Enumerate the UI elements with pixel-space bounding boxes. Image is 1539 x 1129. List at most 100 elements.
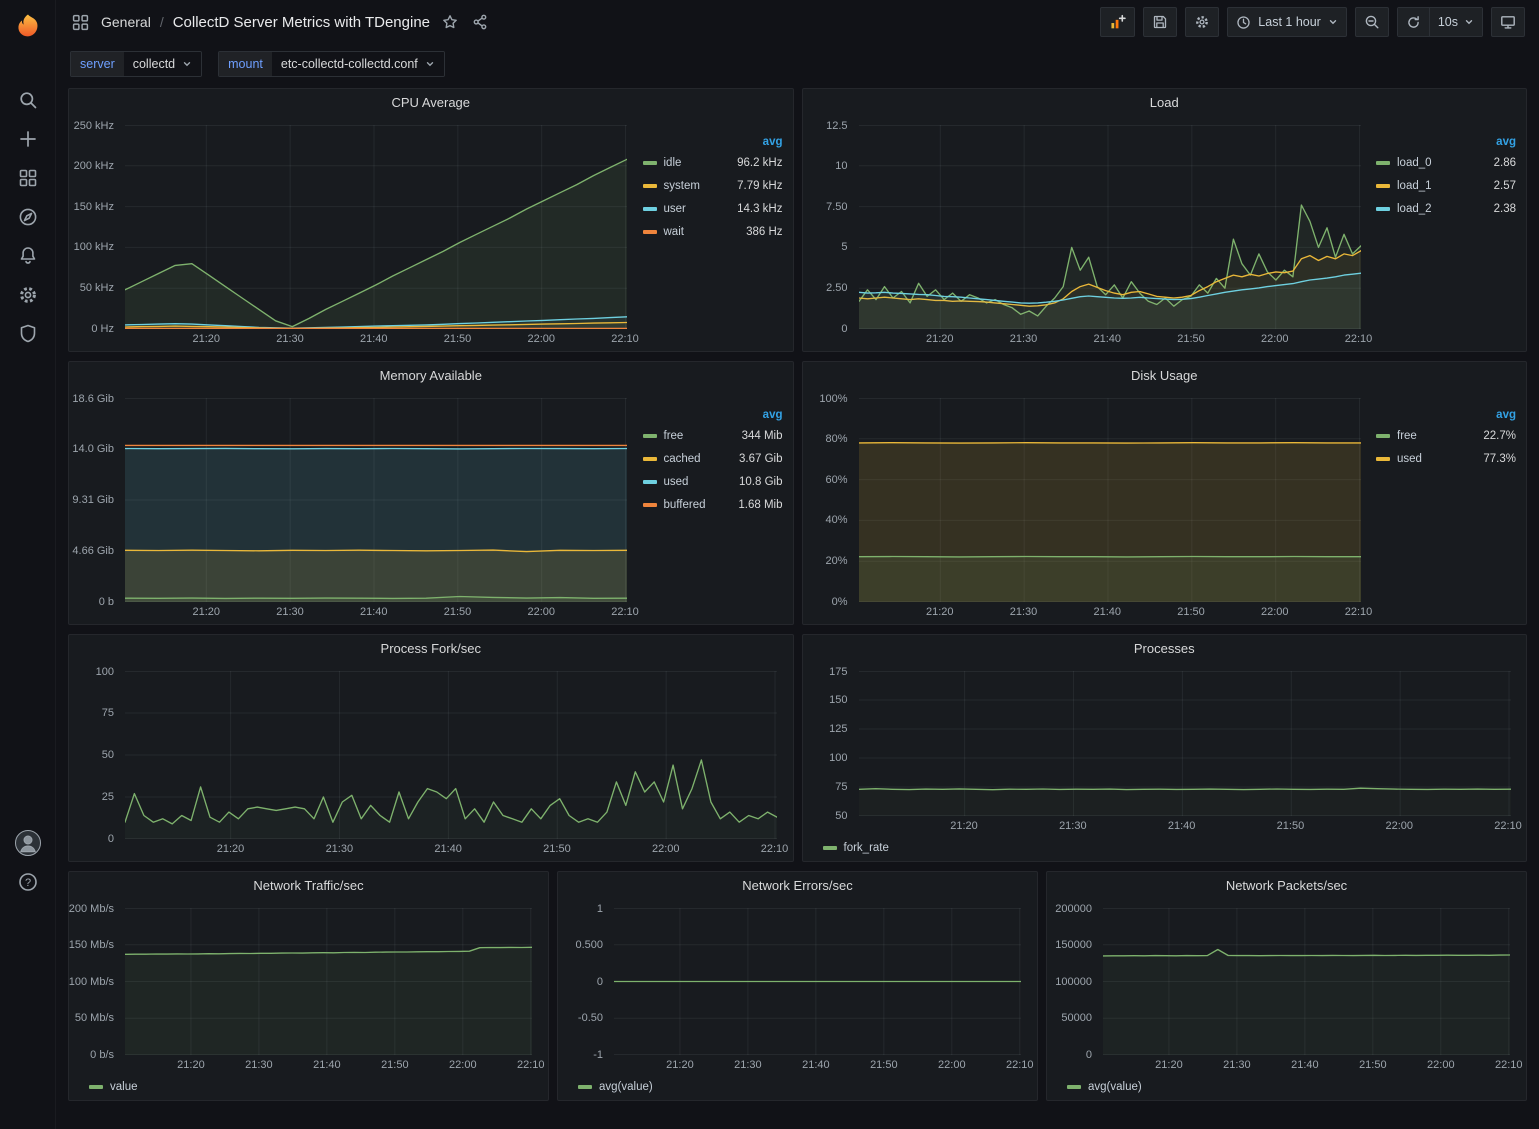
- refresh-interval-dropdown[interactable]: 10s: [1429, 8, 1482, 36]
- zoom-out-time-button[interactable]: [1355, 7, 1389, 37]
- sidebar-item-configuration[interactable]: [0, 275, 56, 314]
- panel-title[interactable]: Network Errors/sec: [558, 872, 1037, 899]
- chart-svg[interactable]: [125, 908, 532, 1055]
- x-tick-label: 21:40: [802, 1059, 830, 1071]
- chart-svg[interactable]: [614, 908, 1021, 1055]
- legend-series-value: 2.57: [1494, 180, 1516, 192]
- panel-title[interactable]: Load: [803, 89, 1527, 116]
- legend-series-name[interactable]: used: [664, 476, 689, 488]
- sidebar-bottom: ?: [0, 830, 55, 894]
- cycle-view-mode-button[interactable]: [1491, 7, 1525, 37]
- sidebar-item-alerting[interactable]: [0, 236, 56, 275]
- legend-series-name[interactable]: load_1: [1397, 180, 1432, 192]
- y-tick-label: 0 Hz: [91, 323, 114, 335]
- chart-svg[interactable]: [125, 671, 777, 839]
- sidebar-item-dashboards[interactable]: [0, 158, 56, 197]
- sidebar-item-create[interactable]: [0, 119, 56, 158]
- user-avatar[interactable]: [0, 830, 56, 856]
- sidebar-item-help[interactable]: ?: [0, 870, 56, 894]
- legend-item[interactable]: used77.3%: [1376, 447, 1516, 470]
- legend-item[interactable]: avg(value): [1067, 1081, 1142, 1093]
- variable-server-value[interactable]: collectd: [124, 52, 201, 76]
- chart-svg[interactable]: [125, 125, 627, 329]
- chart-svg[interactable]: [125, 398, 627, 602]
- network-traffic-chart[interactable]: 0 b/s50 Mb/s100 Mb/s150 Mb/s200 Mb/s21:2…: [69, 899, 548, 1077]
- legend-series-name[interactable]: system: [664, 180, 700, 192]
- legend-series-name[interactable]: user: [664, 203, 686, 215]
- variable-mount-value[interactable]: etc-collectd-collectd.conf: [272, 52, 444, 76]
- y-tick-label: 0: [108, 833, 114, 845]
- legend-item[interactable]: fork_rate: [823, 842, 889, 854]
- dashboard-title[interactable]: CollectD Server Metrics with TDengine: [173, 14, 430, 31]
- shield-icon: [17, 323, 39, 345]
- sidebar-item-server-admin[interactable]: [0, 314, 56, 353]
- x-tick-label: 21:20: [926, 606, 954, 618]
- chart-svg[interactable]: [1103, 908, 1510, 1055]
- legend-item[interactable]: used10.8 Gib: [643, 470, 783, 493]
- panel-title[interactable]: Network Packets/sec: [1047, 872, 1526, 899]
- panel-title[interactable]: CPU Average: [69, 89, 793, 116]
- legend-series-name[interactable]: value: [110, 1081, 138, 1093]
- chart-svg[interactable]: [859, 671, 1511, 816]
- dashboard-settings-button[interactable]: [1185, 7, 1219, 37]
- breadcrumb: General / CollectD Server Metrics with T…: [101, 14, 430, 31]
- refresh-button[interactable]: [1398, 8, 1429, 36]
- panel-title[interactable]: Process Fork/sec: [69, 635, 793, 662]
- panel-processes: Processes 507510012515017521:2021:3021:4…: [802, 634, 1528, 862]
- breadcrumb-section[interactable]: General: [101, 14, 151, 30]
- legend-series-name[interactable]: wait: [664, 226, 684, 238]
- panel-title[interactable]: Processes: [803, 635, 1527, 662]
- legend-series-name[interactable]: buffered: [664, 499, 706, 511]
- legend-series-name[interactable]: cached: [664, 453, 701, 465]
- legend-swatch: [1376, 184, 1390, 188]
- network-packets-chart[interactable]: 05000010000015000020000021:2021:3021:402…: [1047, 899, 1526, 1077]
- legend-swatch: [1376, 457, 1390, 461]
- network-errors-chart[interactable]: -1-0.5000.500121:2021:3021:4021:5022:002…: [558, 899, 1037, 1077]
- legend-series-name[interactable]: idle: [664, 157, 682, 169]
- save-dashboard-button[interactable]: [1143, 7, 1177, 37]
- legend-series-name[interactable]: free: [1397, 430, 1417, 442]
- add-panel-button[interactable]: [1100, 7, 1135, 37]
- legend-series-name[interactable]: used: [1397, 453, 1422, 465]
- load-chart[interactable]: 02.5057.501012.521:2021:3021:4021:5022:0…: [803, 116, 1377, 351]
- time-range-picker[interactable]: Last 1 hour: [1227, 7, 1347, 37]
- legend-item[interactable]: cached3.67 Gib: [643, 447, 783, 470]
- memory-available-chart[interactable]: 0 b4.66 Gib9.31 Gib14.0 Gib18.6 Gib21:20…: [69, 389, 643, 624]
- y-tick-label: 150 Mb/s: [69, 939, 114, 951]
- legend-series-name[interactable]: avg(value): [599, 1081, 653, 1093]
- processes-chart[interactable]: 507510012515017521:2021:3021:4021:5022:0…: [803, 662, 1527, 838]
- legend-item[interactable]: wait386 Hz: [643, 220, 783, 243]
- legend-series-name[interactable]: fork_rate: [844, 842, 889, 854]
- legend-item[interactable]: load_22.38: [1376, 197, 1516, 220]
- legend-item[interactable]: load_1 2.57: [1376, 174, 1516, 197]
- legend-item[interactable]: load_02.86: [1376, 151, 1516, 174]
- share-dashboard-button[interactable]: [470, 12, 490, 32]
- legend-series-name[interactable]: load_0: [1397, 157, 1432, 169]
- y-tick-label: 1: [597, 903, 603, 915]
- legend-item[interactable]: buffered1.68 Mib: [643, 493, 783, 516]
- legend-series-name[interactable]: load_2: [1397, 203, 1432, 215]
- legend-item[interactable]: avg(value): [578, 1081, 653, 1093]
- legend-item[interactable]: idle96.2 kHz: [643, 151, 783, 174]
- legend-series-name[interactable]: free: [664, 430, 684, 442]
- panel-title[interactable]: Network Traffic/sec: [69, 872, 548, 899]
- avatar-icon: [15, 830, 41, 856]
- panel-title[interactable]: Disk Usage: [803, 362, 1527, 389]
- chart-svg[interactable]: [859, 125, 1361, 329]
- cpu-average-chart[interactable]: 0 Hz50 kHz100 kHz150 kHz200 kHz250 kHz21…: [69, 116, 643, 351]
- star-dashboard-button[interactable]: [440, 12, 460, 32]
- chart-svg[interactable]: [859, 398, 1361, 602]
- legend-item[interactable]: user14.3 kHz: [643, 197, 783, 220]
- panel-title[interactable]: Memory Available: [69, 362, 793, 389]
- y-tick-label: 100: [829, 752, 847, 764]
- legend-item[interactable]: free22.7%: [1376, 424, 1516, 447]
- legend-series-name[interactable]: avg(value): [1088, 1081, 1142, 1093]
- grafana-logo[interactable]: [9, 8, 47, 46]
- process-fork-chart[interactable]: 025507510021:2021:3021:4021:5022:0022:10: [69, 662, 793, 861]
- legend-item[interactable]: system7.79 kHz: [643, 174, 783, 197]
- legend-item[interactable]: free344 Mib: [643, 424, 783, 447]
- sidebar-item-search[interactable]: [0, 80, 56, 119]
- legend-item[interactable]: value: [89, 1081, 138, 1093]
- disk-usage-chart[interactable]: 0%20%40%60%80%100%21:2021:3021:4021:5022…: [803, 389, 1377, 624]
- sidebar-item-explore[interactable]: [0, 197, 56, 236]
